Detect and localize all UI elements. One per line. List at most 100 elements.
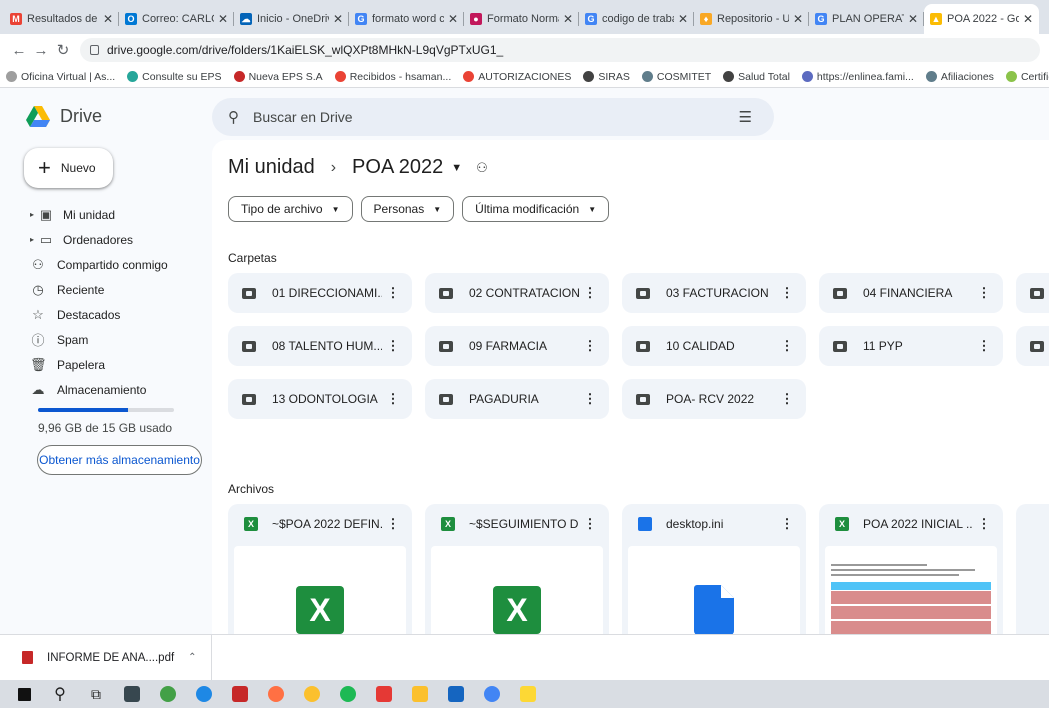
- file-card[interactable]: desktop.ini ⋮: [622, 504, 806, 634]
- file-card[interactable]: X ~$SEGUIMIENTO D... ⋮ X: [425, 504, 609, 634]
- more-vert-icon[interactable]: ⋮: [382, 285, 404, 301]
- caret-right-icon[interactable]: ▸: [30, 235, 34, 244]
- spotify-icon[interactable]: [338, 685, 358, 703]
- more-vert-icon[interactable]: ⋮: [973, 285, 995, 301]
- anydesk-icon[interactable]: [374, 685, 394, 703]
- sidebar-item-people[interactable]: ⚇ Compartido conmigo: [0, 252, 205, 277]
- browser-tab[interactable]: G PLAN OPERATI ✕: [809, 4, 924, 34]
- file-card[interactable]: X POA 2022 INICIAL ... ⋮: [819, 504, 1003, 634]
- browser-tab[interactable]: M Resultados de ✕: [4, 4, 119, 34]
- bookmark-item[interactable]: Certificados: [1005, 71, 1049, 83]
- bookmark-item[interactable]: Salud Total: [723, 71, 790, 83]
- close-icon[interactable]: ✕: [218, 12, 228, 26]
- close-icon[interactable]: ✕: [563, 12, 573, 26]
- search-input[interactable]: Buscar en Drive: [253, 109, 739, 125]
- chrome-icon[interactable]: [302, 685, 322, 703]
- more-vert-icon[interactable]: ⋮: [579, 516, 601, 532]
- folder-item[interactable]: 01 DIRECCIONAMI... ⋮: [228, 273, 412, 313]
- browser-tab[interactable]: O Correo: CARLOS ✕: [119, 4, 234, 34]
- more-vert-icon[interactable]: ⋮: [776, 391, 798, 407]
- forward-icon[interactable]: →: [30, 42, 52, 59]
- windows-start-icon[interactable]: [14, 685, 34, 703]
- task-view-icon[interactable]: ⧉: [86, 685, 106, 703]
- close-icon[interactable]: ✕: [1023, 12, 1033, 26]
- folder-item[interactable]: POA- RCV 2022 ⋮: [622, 379, 806, 419]
- folder-item[interactable]: [1016, 273, 1049, 313]
- folder-item[interactable]: 11 PYP ⋮: [819, 326, 1003, 366]
- sidebar-item-cloud[interactable]: ☁ Almacenamiento: [0, 377, 205, 402]
- more-vert-icon[interactable]: ⋮: [776, 285, 798, 301]
- folder-item[interactable]: 03 FACTURACION ⋮: [622, 273, 806, 313]
- more-vert-icon[interactable]: ⋮: [382, 391, 404, 407]
- search-icon[interactable]: ⚲: [228, 108, 239, 126]
- filter-chip[interactable]: Personas ▼: [360, 196, 455, 222]
- whatsapp-icon[interactable]: [158, 685, 178, 703]
- file-card[interactable]: X ~$POA 2022 DEFIN... ⋮ X: [228, 504, 412, 634]
- sidebar-item-computer[interactable]: ▸ ▭ Ordenadores: [0, 227, 205, 252]
- filter-chip[interactable]: Tipo de archivo ▼: [228, 196, 353, 222]
- bookmark-item[interactable]: Nueva EPS S.A: [233, 71, 323, 83]
- sidebar-item-spam[interactable]: ⓘ Spam: [0, 327, 205, 352]
- bookmark-item[interactable]: Oficina Virtual | As...: [6, 71, 115, 83]
- back-icon[interactable]: ←: [8, 42, 30, 59]
- close-icon[interactable]: ✕: [793, 12, 803, 26]
- more-vert-icon[interactable]: ⋮: [973, 338, 995, 354]
- sidebar-item-trash[interactable]: 🗑 Papelera: [0, 352, 205, 377]
- folder-item[interactable]: PAGADURIA ⋮: [425, 379, 609, 419]
- more-vert-icon[interactable]: ⋮: [382, 338, 404, 354]
- more-vert-icon[interactable]: ⋮: [579, 338, 601, 354]
- camera-app-icon[interactable]: [122, 685, 142, 703]
- chrome-active-icon[interactable]: [482, 685, 502, 703]
- reload-icon[interactable]: ↻: [52, 41, 74, 59]
- close-icon[interactable]: ✕: [908, 12, 918, 26]
- word-icon[interactable]: [446, 685, 466, 703]
- more-vert-icon[interactable]: ⋮: [776, 516, 798, 532]
- close-icon[interactable]: ✕: [448, 12, 458, 26]
- app-icon-multicolor[interactable]: [518, 685, 538, 703]
- folder-item[interactable]: 08 TALENTO HUM... ⋮: [228, 326, 412, 366]
- download-item[interactable]: INFORME DE ANA....pdf ⌃: [22, 634, 212, 681]
- storage-text[interactable]: 9,96 GB de 15 GB usado: [38, 421, 172, 435]
- bookmark-item[interactable]: https://enlinea.fami...: [801, 71, 914, 83]
- browser-tab[interactable]: Gformato word c ✕: [349, 4, 464, 34]
- get-more-storage-button[interactable]: Obtener más almacenamiento: [37, 445, 202, 475]
- folder-item[interactable]: 04 FINANCIERA ⋮: [819, 273, 1003, 313]
- close-icon[interactable]: ✕: [103, 12, 113, 26]
- folder-item[interactable]: 10 CALIDAD ⋮: [622, 326, 806, 366]
- app-icon-blue-circle[interactable]: [194, 685, 214, 703]
- caret-down-icon[interactable]: ▼: [451, 162, 462, 174]
- caret-right-icon[interactable]: ▸: [30, 210, 34, 219]
- sidebar-item-clock[interactable]: ◷ Reciente: [0, 277, 205, 302]
- search-bar[interactable]: ⚲ Buscar en Drive ☰: [212, 98, 774, 136]
- more-vert-icon[interactable]: ⋮: [973, 516, 995, 532]
- firefox-icon[interactable]: [266, 685, 286, 703]
- drive-logo[interactable]: Drive: [26, 106, 102, 127]
- browser-tab[interactable]: ▲ POA 2022 - Go ✕: [924, 4, 1039, 34]
- bookmark-item[interactable]: AUTORIZACIONES: [463, 71, 571, 83]
- new-button[interactable]: + Nuevo: [24, 148, 113, 188]
- more-vert-icon[interactable]: ⋮: [382, 516, 404, 532]
- file-card[interactable]: [1016, 504, 1049, 634]
- chevron-up-icon[interactable]: ⌃: [188, 652, 196, 663]
- breadcrumb-current[interactable]: POA 2022: [352, 156, 443, 179]
- close-icon[interactable]: ✕: [678, 12, 688, 26]
- search-options-icon[interactable]: ☰: [739, 108, 752, 126]
- more-vert-icon[interactable]: ⋮: [579, 391, 601, 407]
- folder-item[interactable]: [1016, 326, 1049, 366]
- browser-tab[interactable]: ☁ Inicio - OneDriv ✕: [234, 4, 349, 34]
- more-vert-icon[interactable]: ⋮: [776, 338, 798, 354]
- bookmark-item[interactable]: Consulte su EPS: [127, 71, 222, 83]
- close-icon[interactable]: ✕: [333, 12, 343, 26]
- filezilla-icon[interactable]: [230, 685, 250, 703]
- browser-tab[interactable]: ● Formato Norma ✕: [464, 4, 579, 34]
- folder-item[interactable]: 13 ODONTOLOGIA ⋮: [228, 379, 412, 419]
- sidebar-item-drive[interactable]: ▸ ▣ Mi unidad: [0, 202, 205, 227]
- browser-tab[interactable]: ♦ Repositorio - U ✕: [694, 4, 809, 34]
- file-explorer-icon[interactable]: [410, 685, 430, 703]
- url-field[interactable]: drive.google.com/drive/folders/1KaiELSK_…: [80, 38, 1040, 62]
- breadcrumb-root[interactable]: Mi unidad: [228, 156, 315, 179]
- search-icon[interactable]: ⚲: [50, 685, 70, 703]
- folder-item[interactable]: 02 CONTRATACION ⋮: [425, 273, 609, 313]
- bookmark-item[interactable]: SIRAS: [583, 71, 630, 83]
- filter-chip[interactable]: Última modificación ▼: [462, 196, 610, 222]
